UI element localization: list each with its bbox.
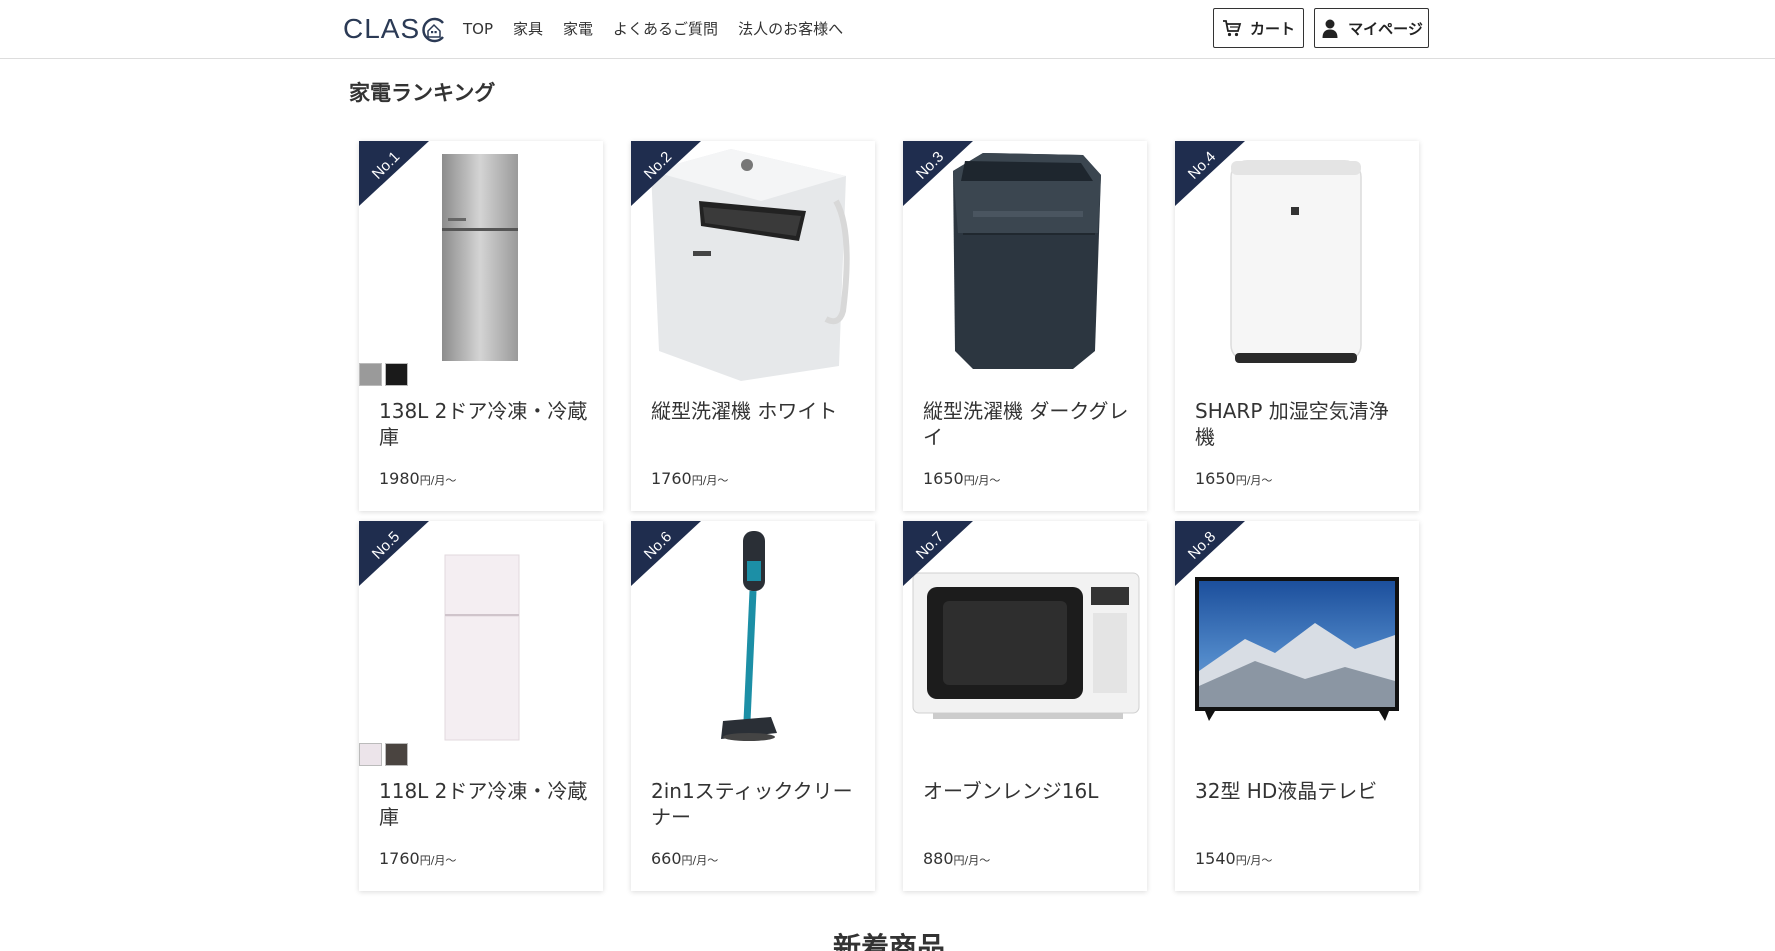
price-unit: 円/月〜 xyxy=(691,474,729,487)
product-card[interactable]: No.2 縦型洗濯機 ホワイト 1760円/月〜 xyxy=(631,141,875,511)
cart-icon xyxy=(1222,20,1242,37)
product-card[interactable]: No.8 32型 HD液晶テレビ 1540円/月〜 xyxy=(1175,521,1419,891)
nav-furniture[interactable]: 家具 xyxy=(513,18,543,40)
price-value: 880 xyxy=(923,849,954,868)
main-nav: TOP 家具 家電 よくあるご質問 法人のお客様へ xyxy=(463,18,843,40)
logo-text: CLAS xyxy=(343,13,421,44)
product-card[interactable]: No.4 SHARP 加湿空気清浄機 1650円/月〜 xyxy=(1175,141,1419,511)
price-unit: 円/月〜 xyxy=(1235,854,1273,867)
ranking-section-title: 家電ランキング xyxy=(349,81,496,105)
nav-business[interactable]: 法人のお客様へ xyxy=(738,18,843,40)
product-price: 1650円/月〜 xyxy=(923,469,1000,488)
product-price: 1540円/月〜 xyxy=(1195,849,1272,868)
price-value: 1540 xyxy=(1195,849,1236,868)
mypage-label: マイページ xyxy=(1348,19,1423,38)
price-value: 1980 xyxy=(379,469,420,488)
product-price: 660円/月〜 xyxy=(651,849,718,868)
product-name: SHARP 加湿空気清浄機 xyxy=(1195,399,1389,449)
product-price: 880円/月〜 xyxy=(923,849,990,868)
product-name: 118L 2ドア冷凍・冷蔵庫 xyxy=(379,779,588,829)
color-swatch-silver[interactable] xyxy=(359,363,382,386)
price-value: 1650 xyxy=(923,469,964,488)
rank-badge: No.5 xyxy=(359,521,429,586)
price-value: 1760 xyxy=(379,849,420,868)
product-price: 1980円/月〜 xyxy=(379,469,456,488)
product-card[interactable]: No.1 138L 2ドア冷凍・冷蔵庫 1980円/月〜 xyxy=(359,141,603,511)
color-swatch-black[interactable] xyxy=(385,363,408,386)
product-card[interactable]: No.5 118L 2ドア冷凍・冷蔵庫 1760円/月〜 xyxy=(359,521,603,891)
rank-badge: No.1 xyxy=(359,141,429,206)
product-name: 138L 2ドア冷凍・冷蔵庫 xyxy=(379,399,588,449)
product-card[interactable]: No.6 2in1スティッククリーナー 660円/月〜 xyxy=(631,521,875,891)
rank-badge: No.4 xyxy=(1175,141,1245,206)
price-unit: 円/月〜 xyxy=(963,474,1001,487)
price-value: 660 xyxy=(651,849,682,868)
new-arrivals-section-title: 新着商品 xyxy=(833,931,946,951)
product-price: 1760円/月〜 xyxy=(651,469,728,488)
cart-label: カート xyxy=(1249,19,1295,38)
product-name: オーブンレンジ16L xyxy=(923,779,1099,803)
product-name: 縦型洗濯機 ダークグレイ xyxy=(923,399,1129,449)
nav-appliances[interactable]: 家電 xyxy=(563,18,593,40)
color-swatch-pink[interactable] xyxy=(359,743,382,766)
product-name: 縦型洗濯機 ホワイト xyxy=(651,399,838,423)
rank-badge: No.8 xyxy=(1175,521,1245,586)
price-unit: 円/月〜 xyxy=(1235,474,1273,487)
color-swatches xyxy=(359,363,408,386)
price-value: 1650 xyxy=(1195,469,1236,488)
house-c-logo-icon xyxy=(422,17,445,43)
product-price: 1650円/月〜 xyxy=(1195,469,1272,488)
product-card[interactable]: No.7 オーブンレンジ16L 880円/月〜 xyxy=(903,521,1147,891)
color-swatches xyxy=(359,743,408,766)
price-unit: 円/月〜 xyxy=(681,854,719,867)
price-unit: 円/月〜 xyxy=(419,854,457,867)
site-header: CLAS TOP 家具 家電 よくあるご質問 法人のお客様へ カート マイページ xyxy=(0,0,1775,59)
nav-top[interactable]: TOP xyxy=(463,18,493,40)
price-unit: 円/月〜 xyxy=(953,854,991,867)
mypage-button[interactable]: マイページ xyxy=(1314,8,1429,48)
rank-badge: No.3 xyxy=(903,141,973,206)
color-swatch-brown[interactable] xyxy=(385,743,408,766)
price-unit: 円/月〜 xyxy=(419,474,457,487)
price-value: 1760 xyxy=(651,469,692,488)
user-icon xyxy=(1322,19,1338,38)
nav-faq[interactable]: よくあるご質問 xyxy=(613,18,718,40)
product-name: 2in1スティッククリーナー xyxy=(651,779,853,829)
product-name: 32型 HD液晶テレビ xyxy=(1195,779,1378,803)
product-card[interactable]: No.3 縦型洗濯機 ダークグレイ 1650円/月〜 xyxy=(903,141,1147,511)
rank-badge: No.7 xyxy=(903,521,973,586)
rank-badge: No.2 xyxy=(631,141,701,206)
site-logo[interactable]: CLAS xyxy=(343,12,447,46)
cart-button[interactable]: カート xyxy=(1213,8,1304,48)
product-price: 1760円/月〜 xyxy=(379,849,456,868)
rank-badge: No.6 xyxy=(631,521,701,586)
